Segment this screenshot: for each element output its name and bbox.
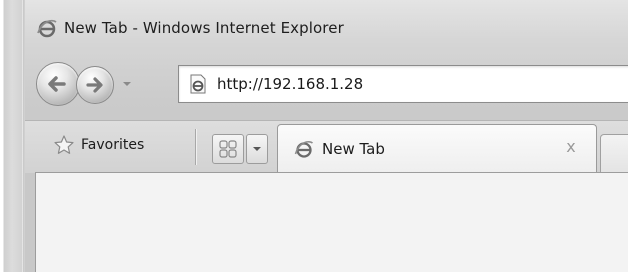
forward-arrow-icon	[86, 77, 103, 93]
address-bar[interactable]: http://192.168.1.28	[178, 65, 628, 103]
quick-tabs-icon	[219, 140, 237, 158]
tab-label: New Tab	[322, 140, 385, 158]
browser-window: New Tab - Windows Internet Explorer http…	[0, 0, 628, 272]
tab-new-tab[interactable]: New Tab x	[277, 124, 597, 174]
forward-button[interactable]	[76, 66, 114, 104]
tab-bar: Favorites New Tab x	[25, 120, 628, 174]
page-icon	[187, 73, 209, 95]
ie-logo-icon	[294, 139, 314, 159]
recent-pages-dropdown[interactable]	[120, 76, 134, 90]
favorites-button[interactable]: Favorites	[53, 134, 144, 156]
back-arrow-icon	[48, 76, 66, 92]
star-icon	[53, 134, 75, 156]
chevron-down-icon	[123, 82, 131, 86]
new-tab-button[interactable]	[600, 134, 628, 174]
window-title: New Tab - Windows Internet Explorer	[64, 19, 344, 37]
title-bar: New Tab - Windows Internet Explorer	[36, 14, 344, 42]
quick-tabs-button[interactable]	[212, 134, 244, 164]
page-content	[35, 172, 628, 272]
tab-list-button[interactable]	[246, 134, 268, 164]
back-button[interactable]	[36, 62, 80, 106]
favorites-label: Favorites	[81, 137, 145, 153]
close-tab-button[interactable]: x	[562, 137, 580, 157]
divider	[195, 129, 196, 165]
window-rim	[22, 0, 24, 272]
address-url[interactable]: http://192.168.1.28	[217, 75, 363, 93]
ie-logo-icon	[36, 17, 58, 39]
chevron-down-icon	[253, 147, 261, 151]
